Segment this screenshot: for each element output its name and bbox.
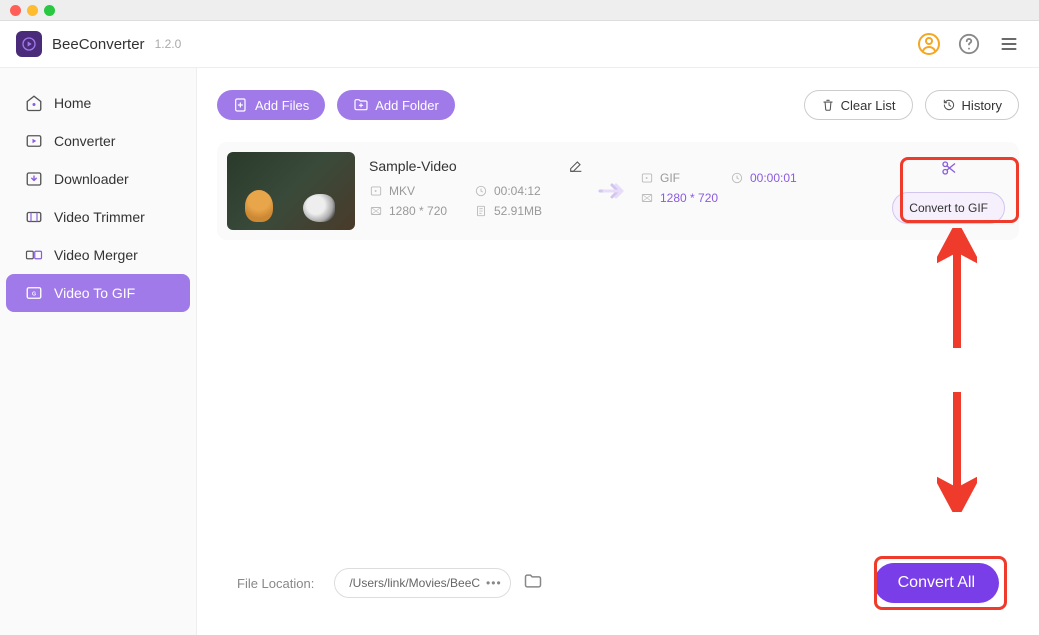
input-resolution: 1280 * 720 bbox=[369, 204, 474, 218]
input-duration: 00:04:12 bbox=[474, 184, 579, 198]
clear-list-button[interactable]: Clear List bbox=[804, 90, 913, 120]
close-window-button[interactable] bbox=[10, 5, 21, 16]
highlight-arrow-icon bbox=[937, 228, 977, 348]
sidebar-item-label: Converter bbox=[54, 133, 115, 149]
file-location-label: File Location: bbox=[237, 576, 314, 591]
home-icon bbox=[24, 93, 44, 113]
more-icon[interactable]: ••• bbox=[486, 576, 502, 590]
input-size: 52.91MB bbox=[474, 204, 579, 218]
sidebar-item-trimmer[interactable]: Video Trimmer bbox=[6, 198, 190, 236]
convert-all-button[interactable]: Convert All bbox=[874, 563, 999, 603]
converter-icon bbox=[24, 131, 44, 151]
sidebar-item-label: Downloader bbox=[54, 171, 129, 187]
account-icon[interactable] bbox=[915, 30, 943, 58]
footer-bar: File Location: /Users/link/Movies/BeeC •… bbox=[217, 545, 1019, 625]
open-folder-icon[interactable] bbox=[523, 571, 543, 596]
file-location-path[interactable]: /Users/link/Movies/BeeC ••• bbox=[334, 568, 510, 598]
output-resolution[interactable]: 1280 * 720 bbox=[640, 191, 745, 205]
output-format: GIF bbox=[640, 171, 730, 185]
help-icon[interactable] bbox=[955, 30, 983, 58]
sidebar-item-converter[interactable]: Converter bbox=[6, 122, 190, 160]
video-thumbnail bbox=[227, 152, 355, 230]
add-folder-button[interactable]: Add Folder bbox=[337, 90, 455, 120]
highlight-arrow-icon bbox=[937, 392, 977, 512]
sidebar-item-video-to-gif[interactable]: G Video To GIF bbox=[6, 274, 190, 312]
sidebar-item-merger[interactable]: Video Merger bbox=[6, 236, 190, 274]
app-version: 1.2.0 bbox=[155, 37, 182, 51]
trim-icon[interactable] bbox=[940, 159, 958, 182]
sidebar: Home Converter Downloader Video Trimmer … bbox=[0, 68, 197, 635]
menu-icon[interactable] bbox=[995, 30, 1023, 58]
edit-title-icon[interactable] bbox=[568, 158, 584, 174]
maximize-window-button[interactable] bbox=[44, 5, 55, 16]
sidebar-item-label: Video To GIF bbox=[54, 285, 135, 301]
output-duration[interactable]: 00:00:01 bbox=[730, 171, 820, 185]
minimize-window-button[interactable] bbox=[27, 5, 38, 16]
sidebar-item-label: Video Merger bbox=[54, 247, 138, 263]
convert-to-gif-button[interactable]: Convert to GIF bbox=[892, 192, 1005, 224]
sidebar-item-label: Home bbox=[54, 95, 91, 111]
app-header: BeeConverter 1.2.0 bbox=[0, 21, 1039, 68]
toolbar: Add Files Add Folder Clear List History bbox=[217, 90, 1019, 120]
history-button[interactable]: History bbox=[925, 90, 1019, 120]
sidebar-item-downloader[interactable]: Downloader bbox=[6, 160, 190, 198]
window-titlebar bbox=[0, 0, 1039, 21]
sidebar-item-label: Video Trimmer bbox=[54, 209, 145, 225]
svg-text:G: G bbox=[32, 291, 36, 297]
main-panel: Add Files Add Folder Clear List History bbox=[197, 68, 1039, 635]
add-files-button[interactable]: Add Files bbox=[217, 90, 325, 120]
app-name: BeeConverter bbox=[52, 36, 145, 53]
input-format: MKV bbox=[369, 184, 474, 198]
download-icon bbox=[24, 169, 44, 189]
file-card: Sample-Video MKV 00:04:12 bbox=[217, 142, 1019, 240]
merger-icon bbox=[24, 245, 44, 265]
convert-arrow-icon bbox=[592, 179, 632, 203]
file-title: Sample-Video bbox=[369, 158, 568, 174]
gif-icon: G bbox=[24, 283, 44, 303]
sidebar-item-home[interactable]: Home bbox=[6, 84, 190, 122]
trimmer-icon bbox=[24, 207, 44, 227]
app-logo-icon bbox=[16, 31, 42, 57]
